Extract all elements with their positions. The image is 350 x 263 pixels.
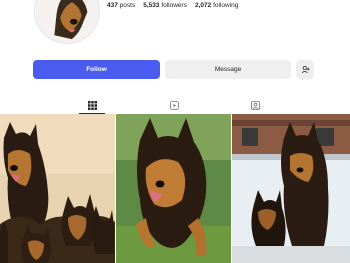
add-person-icon (301, 65, 310, 74)
posts-stat: 437 posts (107, 2, 136, 9)
profile-stats: 437 posts 5,533 followers 2,072 followin… (107, 2, 238, 9)
reels-icon (169, 101, 179, 110)
follow-button[interactable]: Follow (33, 60, 160, 79)
following-stat[interactable]: 2,072 following (195, 2, 238, 9)
tab-reels[interactable] (161, 97, 187, 114)
message-button[interactable]: Message (165, 60, 291, 79)
post-thumbnail[interactable] (0, 114, 115, 263)
tagged-icon (250, 101, 260, 110)
followers-stat[interactable]: 5,533 followers (143, 2, 187, 9)
post-thumbnail[interactable] (232, 114, 350, 263)
profile-tabs (0, 97, 350, 114)
post-thumbnail[interactable] (116, 114, 231, 263)
tab-tagged[interactable] (242, 97, 268, 114)
profile-avatar[interactable] (34, 0, 100, 44)
posts-grid (0, 114, 350, 263)
tab-posts[interactable] (79, 97, 105, 114)
grid-icon (87, 100, 97, 110)
suggest-button[interactable] (296, 60, 314, 79)
